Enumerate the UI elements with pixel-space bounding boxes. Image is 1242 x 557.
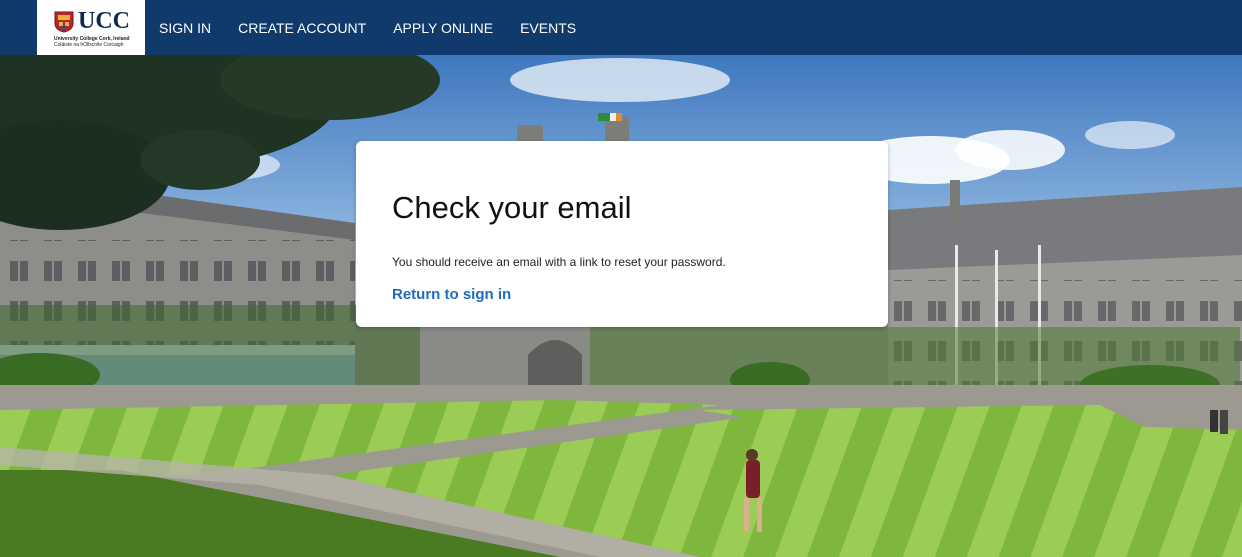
ucc-crest-icon — [54, 11, 74, 33]
top-navbar: UCC University College Cork, Ireland Col… — [0, 0, 1242, 55]
logo-wordmark: UCC — [78, 8, 130, 34]
return-to-sign-in-link[interactable]: Return to sign in — [392, 286, 511, 303]
reset-email-message: You should receive an email with a link … — [392, 255, 726, 269]
nav-events[interactable]: EVENTS — [520, 20, 576, 36]
check-email-card: Check your email You should receive an e… — [356, 141, 888, 327]
logo-subline-irish: Coláiste na hOllscoile Corcaigh — [54, 42, 124, 48]
nav-sign-in[interactable]: SIGN IN — [159, 20, 211, 36]
page-title: Check your email — [392, 190, 632, 225]
ucc-logo[interactable]: UCC University College Cork, Ireland Col… — [37, 0, 145, 55]
page: UCC University College Cork, Ireland Col… — [0, 0, 1242, 557]
main-nav: SIGN IN CREATE ACCOUNT APPLY ONLINE EVEN… — [159, 0, 603, 55]
nav-apply-online[interactable]: APPLY ONLINE — [393, 20, 493, 36]
nav-create-account[interactable]: CREATE ACCOUNT — [238, 20, 366, 36]
